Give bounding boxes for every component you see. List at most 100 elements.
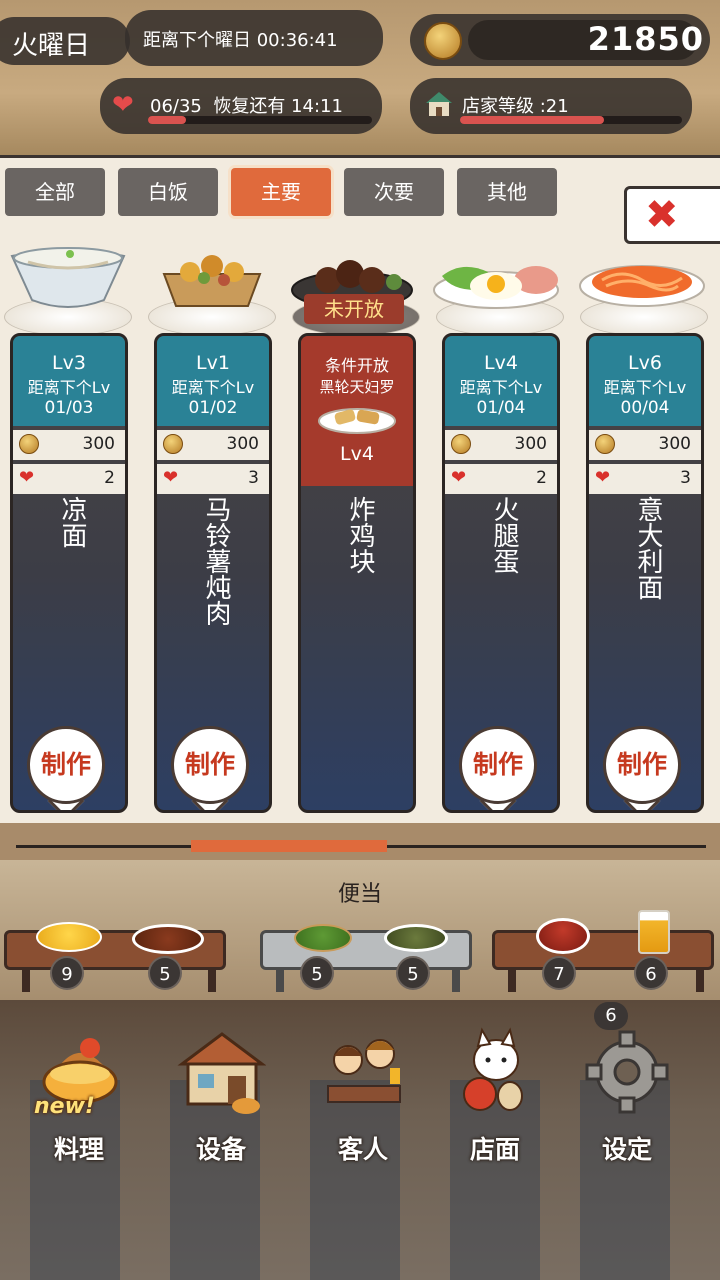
dish-name: 火腿蛋 <box>489 496 519 574</box>
dish-card-spaghetti[interactable]: Lv6 距离下个Lv 00/04 300 ❤ 3 意大利面 制作 <box>586 333 704 813</box>
dish-cost-row: 300 <box>13 430 125 460</box>
edamame-icon[interactable] <box>294 924 352 952</box>
dish-level-header: Lv3 距离下个Lv 01/03 <box>13 336 125 426</box>
dish-level: Lv6 <box>628 352 662 374</box>
dish-next-label: 距离下个Lv <box>27 378 111 397</box>
heart-icon: ❤ <box>451 467 467 488</box>
nav-cooking-label: 料理 <box>53 1135 104 1164</box>
unlock-condition-label: 条件开放 <box>324 356 389 375</box>
bento-count: 5 <box>148 956 182 990</box>
settings-count: 6 <box>594 1002 628 1030</box>
tempura-image <box>318 408 396 434</box>
dish-level-header: Lv1 距离下个Lv 01/02 <box>157 336 269 426</box>
dish-next-label: 距离下个Lv <box>459 378 543 397</box>
hamburg-steak-icon[interactable] <box>132 924 204 954</box>
dish-next-label: 距离下个Lv <box>603 378 687 397</box>
nav-customers-label: 客人 <box>337 1135 388 1164</box>
bento-count: 9 <box>50 956 84 990</box>
dish-level-header: Lv6 距离下个Lv 00/04 <box>589 336 701 426</box>
tab-rice[interactable]: 白饭 <box>118 168 218 216</box>
nav-customers[interactable]: 客人 <box>298 1000 428 1180</box>
coin-icon <box>451 434 471 454</box>
spaghetti-image <box>579 265 705 307</box>
dish-level-header: Lv4 距离下个Lv 01/04 <box>445 336 557 426</box>
heart-icon: ❤ <box>19 467 35 488</box>
tab-other[interactable]: 其他 <box>457 168 557 216</box>
customers-icon <box>327 1039 401 1103</box>
nav-equipment-label: 设备 <box>195 1135 246 1164</box>
dish-heart-row: ❤ 3 <box>157 464 269 494</box>
next-day-timer: 距离下个曜日 00:36:41 <box>125 10 383 66</box>
dish-card-potato-stew[interactable]: Lv1 距离下个Lv 01/02 300 ❤ 3 马铃薯炖肉 制作 <box>154 333 272 813</box>
unlock-level: Lv4 <box>340 443 374 465</box>
table-leg <box>452 968 460 992</box>
nav-settings[interactable]: 设定 <box>562 1000 692 1180</box>
lucky-cat-icon <box>463 1027 523 1111</box>
nav-cooking[interactable]: new! 料理 <box>16 1000 146 1180</box>
table-leg <box>276 968 284 992</box>
dish-progress: 01/04 <box>476 398 526 418</box>
bento-count: 6 <box>634 956 668 990</box>
close-button[interactable]: ✖ <box>624 186 720 244</box>
beer-mug-icon[interactable] <box>638 910 670 954</box>
bento-title: 便当 <box>337 882 382 907</box>
locked-tag: 未开放 <box>304 294 404 324</box>
dish-name: 炸鸡块 <box>345 496 375 574</box>
make-button[interactable]: 制作 <box>603 726 681 804</box>
dish-cost: 300 <box>658 434 691 454</box>
dish-name: 意大利面 <box>633 496 663 600</box>
red-bean-bowl-icon[interactable] <box>536 918 590 954</box>
recipe-scrollbar-thumb[interactable] <box>191 840 388 852</box>
dish-progress: 01/02 <box>188 398 238 418</box>
tab-all[interactable]: 全部 <box>5 168 105 216</box>
omelette-rice-icon[interactable] <box>36 922 102 952</box>
stamina-display: ❤ 06/35 恢复还有 14:11 <box>100 78 382 134</box>
table-leg <box>508 968 516 992</box>
cold-noodles-image <box>10 247 126 308</box>
close-icon: ✖ <box>645 192 679 238</box>
heart-icon: ❤ <box>112 90 134 120</box>
gold-display: 21850 <box>410 14 710 66</box>
bento-count: 5 <box>300 956 334 990</box>
stew-image <box>162 255 262 307</box>
shop-level-bar <box>460 116 682 124</box>
dish-card-fried-chicken[interactable]: 条件开放 黑轮天妇罗 Lv4 炸鸡块 <box>298 333 416 813</box>
dish-heart-row: ❤ 2 <box>445 464 557 494</box>
bento-table-3 <box>492 930 714 970</box>
table-leg <box>696 968 704 992</box>
dish-hearts: 3 <box>248 468 259 488</box>
stamina-bar <box>148 116 372 124</box>
gear-icon <box>585 1030 669 1114</box>
dish-card-cold-noodles[interactable]: Lv3 距离下个Lv 01/03 300 ❤ 2 凉面 制作 <box>10 333 128 813</box>
shop-building-icon <box>177 1032 266 1114</box>
tab-main[interactable]: 主要 <box>231 168 331 216</box>
stamina-text: 06/35 恢复还有 14:11 <box>150 96 343 117</box>
recipe-panel: 全部 白饭 主要 次要 其他 ✖ Lv3 距离下个Lv 01/03 300 ❤ … <box>0 155 720 823</box>
nav-storefront[interactable]: 店面 <box>430 1000 560 1180</box>
dish-heart-row: ❤ 2 <box>13 464 125 494</box>
make-button[interactable]: 制作 <box>171 726 249 804</box>
dish-level: Lv4 <box>484 352 518 374</box>
gold-value: 21850 <box>587 20 704 58</box>
ham-egg-image <box>433 266 559 309</box>
coin-icon <box>424 22 462 60</box>
dish-cost: 300 <box>226 434 259 454</box>
tab-side[interactable]: 次要 <box>344 168 444 216</box>
unlock-condition-item: 黑轮天妇罗 <box>319 378 395 396</box>
shop-level-display: 店家等级 :21 <box>410 78 692 134</box>
table-leg <box>208 968 216 992</box>
dish-cost-row: 300 <box>589 430 701 460</box>
new-badge: new! <box>34 1094 95 1119</box>
nav-equipment[interactable]: 设备 <box>156 1000 286 1180</box>
seaweed-icon[interactable] <box>384 924 448 952</box>
nav-settings-label: 设定 <box>601 1135 652 1164</box>
dish-progress: 01/03 <box>44 398 94 418</box>
nav-storefront-label: 店面 <box>469 1135 520 1164</box>
dish-cost: 300 <box>82 434 115 454</box>
dish-cost-row: 300 <box>157 430 269 460</box>
heart-icon: ❤ <box>595 467 611 488</box>
dish-level: Lv1 <box>196 352 230 374</box>
make-button[interactable]: 制作 <box>459 726 537 804</box>
dish-card-ham-egg[interactable]: Lv4 距离下个Lv 01/04 300 ❤ 2 火腿蛋 制作 <box>442 333 560 813</box>
make-button[interactable]: 制作 <box>27 726 105 804</box>
